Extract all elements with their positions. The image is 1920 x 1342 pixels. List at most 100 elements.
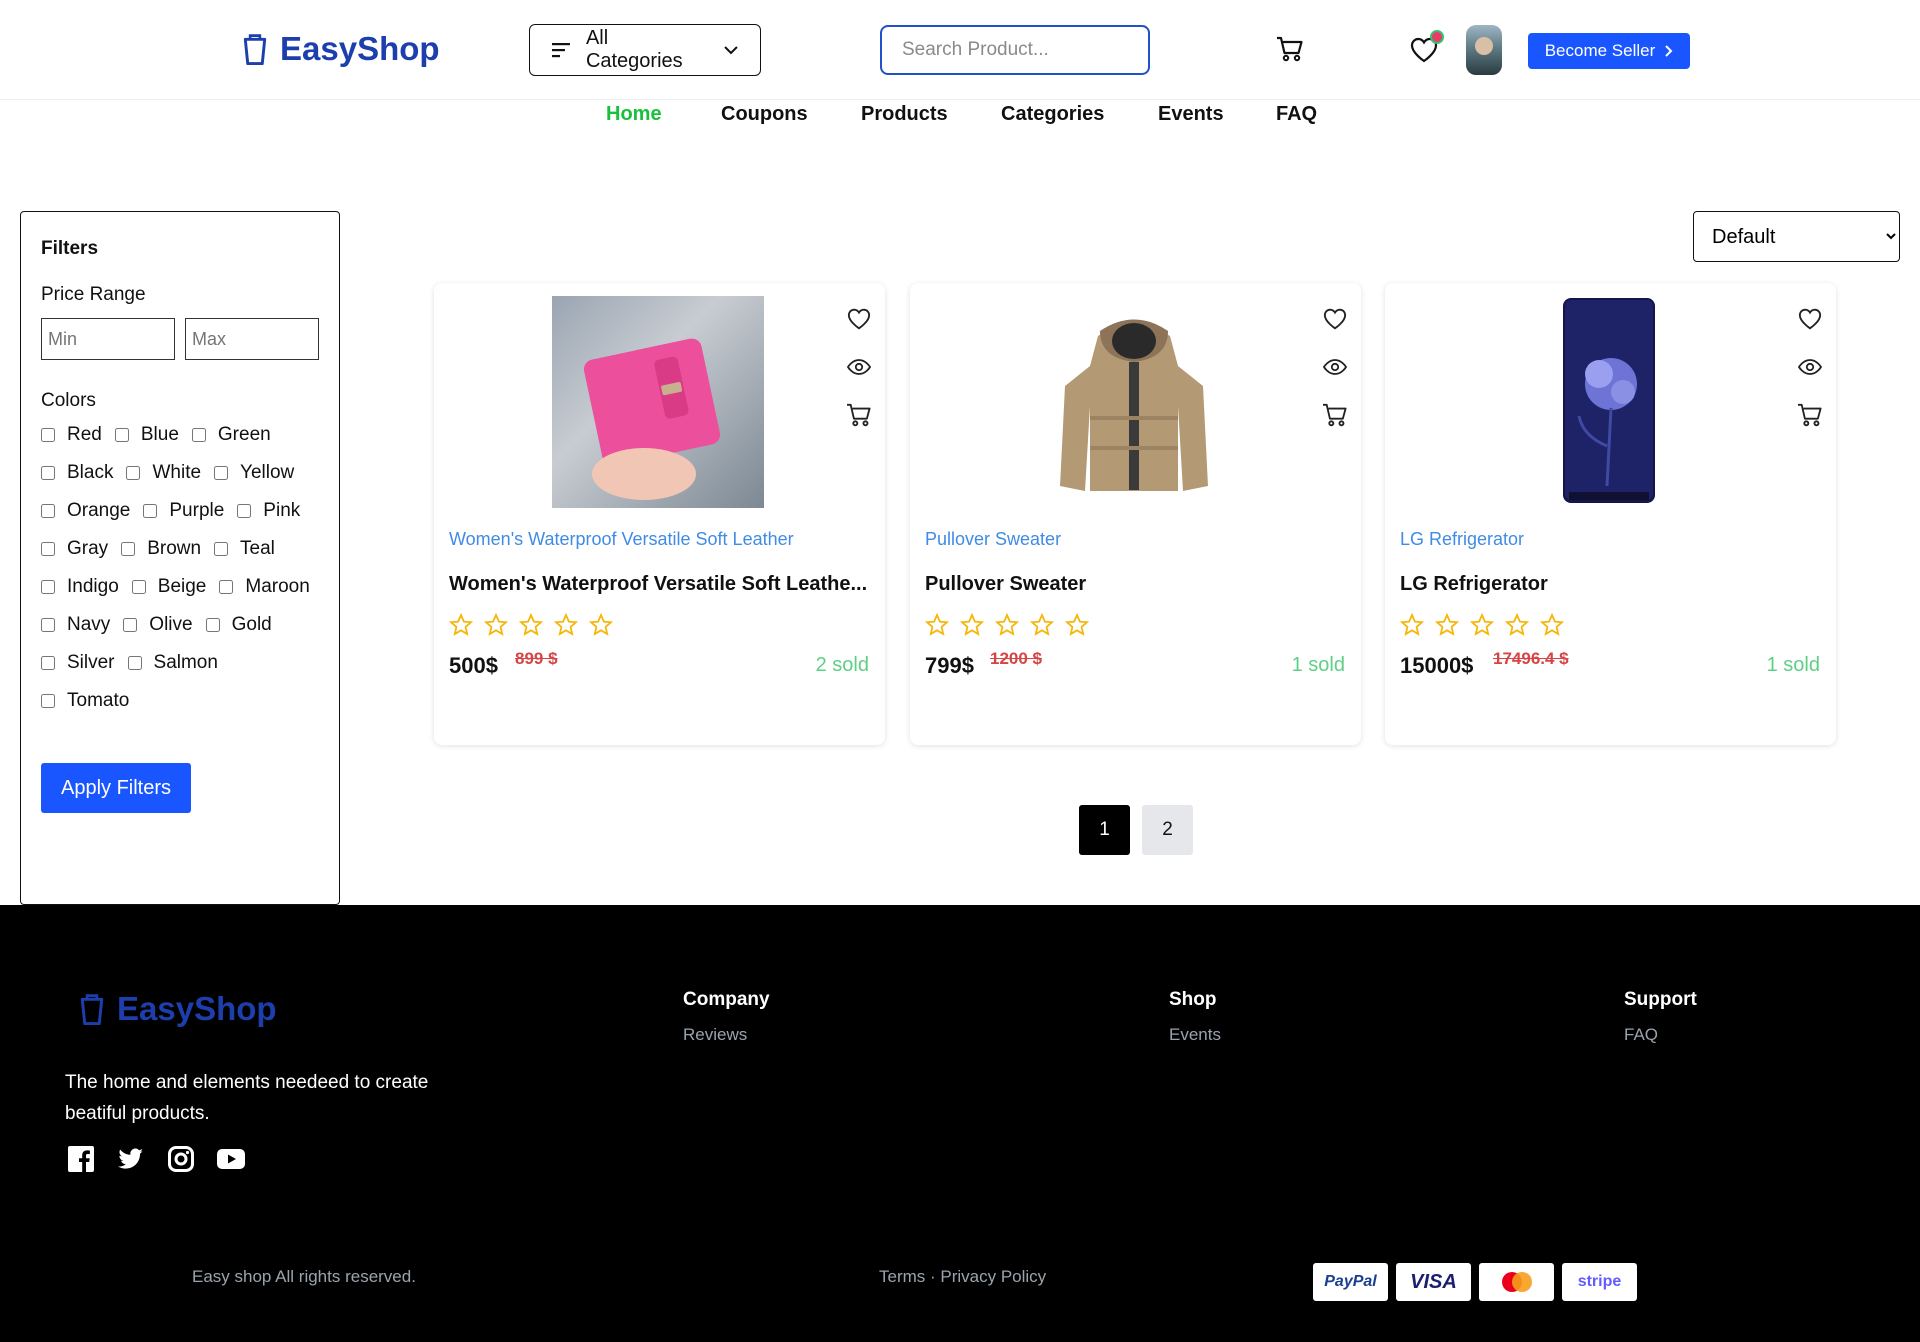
color-checkbox[interactable] [143,504,158,518]
color-option[interactable]: Beige [131,576,206,598]
product-name[interactable]: Women's Waterproof Versatile Soft Leathe… [449,573,869,596]
product-sold-count: 2 sold [815,654,869,676]
color-checkbox[interactable] [41,656,55,670]
color-option[interactable]: Tomato [41,690,129,712]
product-actions [1796,305,1824,429]
color-option[interactable]: Red [41,424,102,446]
color-checkbox[interactable] [131,580,146,594]
footer-reviews-link[interactable]: Reviews [683,1025,747,1044]
color-option[interactable]: Orange [41,500,130,522]
footer-support-column: Support FAQ [1624,989,1697,1045]
color-option[interactable]: Olive [123,614,193,636]
facebook-icon[interactable] [67,1145,95,1173]
footer-logo[interactable]: EasyShop [77,990,277,1028]
product-card[interactable]: Women's Waterproof Versatile Soft Leathe… [434,283,885,745]
color-checkbox[interactable] [41,504,55,518]
color-checkbox[interactable] [126,466,141,480]
color-checkbox[interactable] [41,694,55,708]
color-option[interactable]: Green [191,424,271,446]
color-option[interactable]: Blue [114,424,179,446]
terms-privacy-links[interactable]: Terms · Privacy Policy [879,1267,1046,1287]
color-checkbox[interactable] [41,618,55,632]
color-checkbox[interactable] [41,428,55,442]
min-price-input[interactable] [41,318,175,360]
color-option[interactable]: Pink [237,500,300,522]
heart-icon[interactable] [1796,305,1824,333]
product-card[interactable]: Pullover Sweater Pullover Sweater 799$ 1… [910,283,1361,745]
twitter-icon[interactable] [117,1145,145,1173]
footer-shop-title: Shop [1169,989,1217,1010]
search-input[interactable] [880,25,1150,75]
color-option[interactable]: Purple [143,500,224,522]
nav-categories[interactable]: Categories [1001,103,1104,126]
heart-icon[interactable] [845,305,873,333]
color-option[interactable]: Gray [41,538,108,560]
product-image-wallet[interactable] [552,296,764,508]
color-checkbox[interactable] [41,466,55,480]
eye-icon[interactable] [845,353,873,381]
color-checkbox[interactable] [205,618,220,632]
color-option[interactable]: Yellow [214,462,294,484]
color-option[interactable]: Silver [41,652,115,674]
nav-events[interactable]: Events [1158,103,1224,126]
color-checkbox[interactable] [219,580,234,594]
product-sold-count: 1 sold [1291,654,1345,676]
sort-select[interactable]: Default [1693,211,1900,262]
product-card[interactable]: LG Refrigerator LG Refrigerator 15000$ 1… [1385,283,1836,745]
product-shop-link[interactable]: Women's Waterproof Versatile Soft Leathe… [449,529,794,550]
color-checkbox[interactable] [114,428,129,442]
color-option[interactable]: Black [41,462,113,484]
brand-logo[interactable]: EasyShop [240,30,440,68]
color-checkbox[interactable] [123,618,138,632]
rating-stars [925,613,1089,637]
color-checkbox[interactable] [237,504,252,518]
color-checkbox[interactable] [214,542,229,556]
nav-home[interactable]: Home [606,103,662,126]
add-to-cart-icon[interactable] [1321,401,1349,429]
add-to-cart-icon[interactable] [1796,401,1824,429]
footer-events-link[interactable]: Events [1169,1025,1221,1044]
all-categories-dropdown[interactable]: All Categories [529,24,761,76]
page-2-button[interactable]: 2 [1142,805,1193,855]
color-filter-list: Red Blue Green Black White Yellow Orange… [41,424,331,712]
color-option[interactable]: Maroon [219,576,310,598]
product-name[interactable]: Pullover Sweater [925,573,1345,596]
add-to-cart-icon[interactable] [845,401,873,429]
max-price-input[interactable] [185,318,319,360]
color-option[interactable]: Gold [205,614,272,636]
apply-filters-button[interactable]: Apply Filters [41,763,191,813]
color-option[interactable]: Teal [214,538,275,560]
nav-products[interactable]: Products [861,103,948,126]
color-option[interactable]: White [126,462,201,484]
eye-icon[interactable] [1796,353,1824,381]
color-option[interactable]: Brown [121,538,201,560]
user-avatar[interactable] [1466,25,1502,75]
wishlist-heart-icon[interactable] [1408,30,1444,66]
youtube-icon[interactable] [217,1145,245,1173]
color-checkbox[interactable] [191,428,206,442]
color-checkbox[interactable] [41,580,55,594]
color-checkbox[interactable] [127,656,142,670]
product-shop-link[interactable]: LG Refrigerator [1400,529,1524,550]
nav-coupons[interactable]: Coupons [721,103,808,126]
become-seller-button[interactable]: Become Seller [1528,33,1690,69]
social-links [67,1145,245,1173]
product-image-refrigerator[interactable] [1503,296,1715,508]
eye-icon[interactable] [1321,353,1349,381]
footer-support-title: Support [1624,989,1697,1010]
page-1-button[interactable]: 1 [1079,805,1130,855]
color-option[interactable]: Salmon [127,652,218,674]
nav-faq[interactable]: FAQ [1276,103,1317,126]
instagram-icon[interactable] [167,1145,195,1173]
product-image-jacket[interactable] [1028,296,1240,508]
footer-faq-link[interactable]: FAQ [1624,1025,1658,1044]
color-option[interactable]: Navy [41,614,110,636]
cart-icon[interactable] [1274,33,1306,65]
color-option[interactable]: Indigo [41,576,119,598]
product-name[interactable]: LG Refrigerator [1400,573,1820,596]
color-checkbox[interactable] [214,466,229,480]
color-checkbox[interactable] [121,542,136,556]
heart-icon[interactable] [1321,305,1349,333]
product-shop-link[interactable]: Pullover Sweater [925,529,1061,550]
color-checkbox[interactable] [41,542,55,556]
